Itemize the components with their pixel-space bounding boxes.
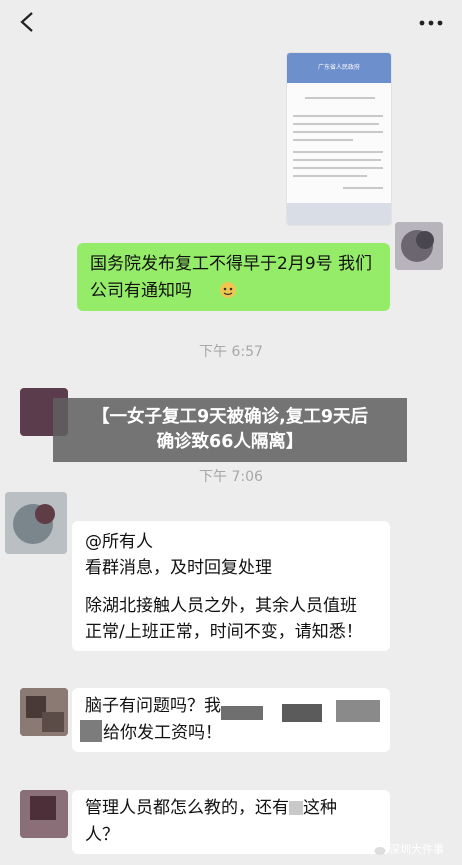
timestamp: 下午 7:06 [199, 469, 263, 485]
message-fragment: 这种 [303, 798, 337, 818]
document-text-line [293, 159, 381, 161]
mention-all: @所有人 [85, 532, 153, 552]
avatar[interactable] [395, 222, 443, 270]
chat-top-bar [0, 0, 462, 46]
avatar[interactable] [20, 790, 68, 838]
document-text-line [343, 187, 383, 189]
avatar[interactable] [20, 688, 68, 736]
document-image-message[interactable]: 广东省人民政府 [286, 52, 392, 226]
document-text-line [293, 167, 383, 169]
document-text-line [305, 97, 375, 99]
message-line: 除湖北接触人员之外，其余人员值班 [85, 596, 357, 616]
caption-line-2: 确诊致66人隔离】 [156, 432, 304, 452]
watermark-text: 深圳大件事 [389, 843, 444, 856]
received-message-bubble[interactable]: 管理人员都怎么教的，还有 这种 人？ [72, 790, 390, 854]
document-header: 广东省人民政府 [287, 53, 391, 83]
message-text-block: 管理人员都怎么教的，还有 这种 人？ [85, 795, 385, 849]
more-options-icon[interactable] [418, 14, 444, 32]
document-text-line [293, 131, 383, 133]
message-line: 管理人员都怎么教的，还有 这种 [85, 795, 385, 822]
document-header-title: 广东省人民政府 [317, 64, 360, 71]
redaction-block [336, 700, 380, 722]
received-message-bubble[interactable]: @所有人 看群消息，及时回复处理 除湖北接触人员之外，其余人员值班 正常/上班正… [72, 521, 390, 651]
message-line: 脑子有问题吗？我 [85, 696, 221, 716]
emoji-icon [220, 282, 236, 298]
back-arrow-icon[interactable] [16, 10, 40, 34]
blurred-avatar-icon [20, 790, 68, 838]
document-footer [287, 203, 391, 225]
blurred-avatar-icon [395, 222, 443, 270]
redaction-block [282, 704, 322, 722]
message-line: 看群消息，及时回复处理 [85, 558, 272, 578]
source-watermark: 深圳大件事 [368, 836, 444, 862]
document-text-line [293, 115, 383, 117]
avatar[interactable] [5, 492, 67, 554]
document-text-line [293, 175, 367, 177]
message-text-block: 脑子有问题吗？我 给你发工资吗！ [85, 693, 222, 747]
message-fragment: 管理人员都怎么教的，还有 [85, 798, 289, 818]
message-line: 给你发工资吗！ [103, 723, 222, 743]
message-line: 正常/上班正常，时间不变，请知悉！ [85, 622, 363, 642]
redaction-block [221, 706, 263, 720]
wechat-icon [368, 843, 386, 855]
blurred-avatar-icon [20, 688, 68, 736]
message-line: 人？ [85, 825, 119, 845]
document-text-line [293, 151, 383, 153]
redaction-block [289, 801, 303, 815]
redaction-block [80, 720, 102, 742]
sent-message-bubble[interactable]: 国务院发布复工不得早于2月9号 我们公司有通知吗 [77, 243, 390, 311]
document-text-line [293, 139, 353, 141]
caption-line-1: 【一女子复工9天被确诊,复工9天后 [92, 407, 368, 427]
message-text-block: @所有人 看群消息，及时回复处理 除湖北接触人员之外，其余人员值班 正常/上班正… [85, 529, 363, 645]
news-caption-overlay: 【一女子复工9天被确诊,复工9天后 确诊致66人隔离】 [53, 398, 407, 462]
blurred-avatar-icon [5, 492, 67, 554]
document-text-line [293, 123, 379, 125]
timestamp: 下午 6:57 [199, 344, 263, 360]
